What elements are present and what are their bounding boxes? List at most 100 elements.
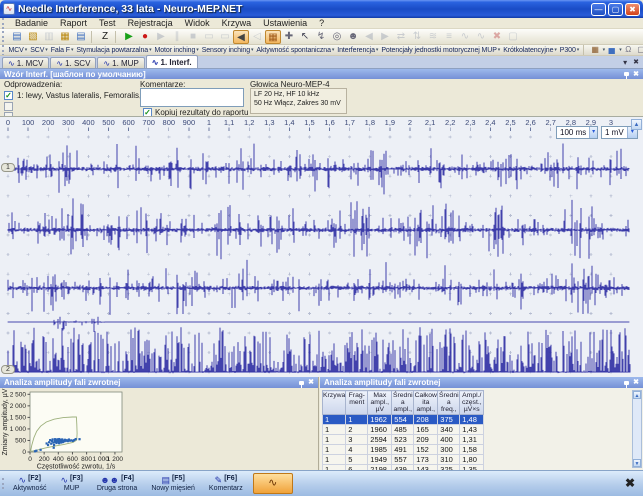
close-button[interactable]: ✖ xyxy=(625,3,640,16)
pin-icon[interactable] xyxy=(624,72,629,76)
stimulus-icon[interactable]: ↯ xyxy=(313,30,329,44)
column-header[interactable]: Średni a ampl., xyxy=(392,391,414,415)
results-scrollbar[interactable]: ▲ ▼ xyxy=(632,390,642,468)
scroll-up-icon[interactable]: ▲ xyxy=(633,391,641,399)
interference-mode-toggle[interactable]: ∿ xyxy=(253,473,293,494)
start-test-icon[interactable]: ▶ xyxy=(121,30,137,44)
sound-on-icon[interactable]: ◀ xyxy=(233,30,249,44)
fragment-4 xyxy=(8,317,629,332)
data-point xyxy=(48,441,50,443)
menu-test[interactable]: Test xyxy=(93,18,122,28)
emg-display-area[interactable]: 010020030040050060070080090011,11,21,31,… xyxy=(0,116,643,377)
table-row[interactable]: 1119625542083751,48 xyxy=(323,415,484,425)
column-header[interactable]: Średni a freq., xyxy=(438,391,460,415)
toolbar-grip xyxy=(2,31,6,42)
close-icon[interactable]: ✖ xyxy=(308,379,314,386)
ruler-label: 700 xyxy=(139,118,159,127)
mode-aktywno-spontaniczna[interactable]: Aktywność spontaniczna▾ xyxy=(255,47,336,54)
close-icon[interactable]: ✖ xyxy=(633,71,639,78)
title-bar[interactable]: ∿ Needle Interference, 33 lata - Neuro-M… xyxy=(0,0,643,18)
fkey-button-komentarz[interactable]: ✎[F6]Komentarz xyxy=(205,472,247,496)
mode-fala-f[interactable]: Fala F▾ xyxy=(49,47,75,54)
new-report-icon[interactable]: ▤ xyxy=(73,30,89,44)
mode-kr-tkolatencyjne[interactable]: Krótkolatencyjne▾ xyxy=(502,47,559,54)
mode-potencja-y-jednostki-motorycznej-mup[interactable]: Potencjały jednostki motorycznej MUP▾ xyxy=(380,47,502,54)
mode-motor-inching[interactable]: Motor inching▾ xyxy=(153,47,200,54)
menu-ustawienia[interactable]: Ustawienia xyxy=(257,18,313,28)
tab-list-dropdown-icon[interactable]: ▾ xyxy=(623,58,627,67)
mode-mcv[interactable]: MCV▾ xyxy=(7,47,29,54)
table-row[interactable]: 1219604851653401,43 xyxy=(323,425,484,435)
menu-krzywa[interactable]: Krzywa xyxy=(216,18,258,28)
data-point xyxy=(47,444,49,446)
copy-to-report-checkbox[interactable]: ✓ xyxy=(143,108,152,116)
channel-1-marker[interactable]: 1 xyxy=(1,163,15,172)
impedance-icon[interactable]: Z xyxy=(97,30,113,44)
patients-icon[interactable]: ☻ xyxy=(345,30,361,44)
x-tick-label: 200 xyxy=(39,456,50,463)
scroll-up-button[interactable]: ▲ xyxy=(631,119,642,130)
fkey-button-druga-strona[interactable]: ☻☻[F4]Druga strona xyxy=(93,472,141,496)
table-row[interactable]: 1325945232094001,31 xyxy=(323,435,484,445)
mode-p300[interactable]: P300▾ xyxy=(558,47,580,54)
x-tick-label: 0 xyxy=(28,456,32,463)
menu-raport[interactable]: Raport xyxy=(54,18,93,28)
new-exam-icon[interactable]: ▤ xyxy=(9,30,25,44)
lead-checkbox[interactable]: ✓ xyxy=(4,91,13,100)
histogram-icon[interactable]: ▅ xyxy=(605,45,618,55)
comments-textarea[interactable] xyxy=(140,88,244,107)
table-row[interactable]: 1419854911523001,58 xyxy=(323,445,484,455)
x-tick-label: 600 xyxy=(67,456,78,463)
markers-icon: ⇄ xyxy=(393,30,409,44)
fkey-button-nowy-mi-sie[interactable]: ▤[F5]Nowy mięsień xyxy=(147,472,199,496)
report-table-icon[interactable]: ▦ xyxy=(589,45,602,55)
mode-sensory-inching[interactable]: Sensory inching▾ xyxy=(200,47,255,54)
arrow-cursor-icon[interactable]: ↖ xyxy=(297,30,313,44)
tab-1-interf[interactable]: ∿1. Interf. xyxy=(146,55,198,68)
open-exam-icon[interactable]: ▧ xyxy=(25,30,41,44)
function-key-bar: ∿[F2]Aktywność∿[F3]MUP ☻☻[F4]Druga strona… xyxy=(0,470,643,496)
new-muscle-icon: ▤ xyxy=(161,475,170,485)
pin-icon[interactable] xyxy=(299,381,304,385)
column-header[interactable]: Krzywa xyxy=(323,391,346,415)
ruler-label: 1,5 xyxy=(300,118,320,127)
table-row[interactable]: 1519495571733101,80 xyxy=(323,455,484,465)
tab-1-scv[interactable]: ∿1. SCV xyxy=(50,57,96,68)
delete-curve-icon: ✖ xyxy=(489,30,505,44)
column-header[interactable]: Całkow ita ampl., xyxy=(414,391,438,415)
close-icon[interactable]: ✖ xyxy=(633,379,639,386)
scroll-down-icon[interactable]: ▼ xyxy=(633,459,641,467)
record-icon[interactable]: ● xyxy=(137,30,153,44)
mode-stymulacja-powtarzalna[interactable]: Stymulacja powtarzalna▾ xyxy=(75,47,153,54)
tab-1-mcv[interactable]: ∿1. MCV xyxy=(2,57,49,68)
column-header[interactable]: Ampl./ częst., µV×s xyxy=(460,391,484,415)
tab-1-mup[interactable]: ∿1. MUP xyxy=(97,57,144,68)
menu-widok[interactable]: Widok xyxy=(179,18,216,28)
probe-cursor-icon[interactable]: ✚ xyxy=(281,30,297,44)
speaker-left-icon: ◀ xyxy=(361,30,377,44)
fkey-button-mup[interactable]: ∿[F3]MUP xyxy=(56,472,86,496)
column-header[interactable]: Frag- ment xyxy=(346,391,368,415)
report-panel-icon[interactable]: ▢ xyxy=(635,45,643,55)
fkey-button-aktywno[interactable]: ∿[F2]Aktywność xyxy=(9,472,50,496)
stimulation-settings-icon[interactable]: ▦ xyxy=(265,30,281,44)
turns-panel-title: Analiza amplitudy fali zwrotnej xyxy=(4,378,120,387)
pin-icon[interactable] xyxy=(624,381,629,385)
channel-2-marker[interactable]: 2 xyxy=(1,365,15,374)
mode-scv[interactable]: SCV▾ xyxy=(29,47,50,54)
menu-[interactable]: ? xyxy=(313,18,330,28)
menu-rejestracja[interactable]: Rejestracja xyxy=(122,18,179,28)
minimize-button[interactable]: — xyxy=(591,3,606,16)
panel-close-icon[interactable]: ✖ xyxy=(625,476,635,490)
tab-close-icon[interactable]: ✖ xyxy=(633,58,639,67)
mode-interferencja[interactable]: Interferencja▾ xyxy=(336,47,380,54)
column-header[interactable]: Max ampl., µV xyxy=(368,391,392,415)
time-base-select[interactable]: 100 ms ▾ xyxy=(556,126,598,139)
lead-checkbox-empty[interactable] xyxy=(4,102,13,111)
print-icon[interactable]: ▦ xyxy=(57,30,73,44)
resume-icon: ▶ xyxy=(153,30,169,44)
menu-badanie[interactable]: Badanie xyxy=(9,18,54,28)
maximize-button[interactable]: ▢ xyxy=(608,3,623,16)
zoom-analysis-icon[interactable]: ◎ xyxy=(329,30,345,44)
lock-icon[interactable]: Ω xyxy=(622,45,635,55)
